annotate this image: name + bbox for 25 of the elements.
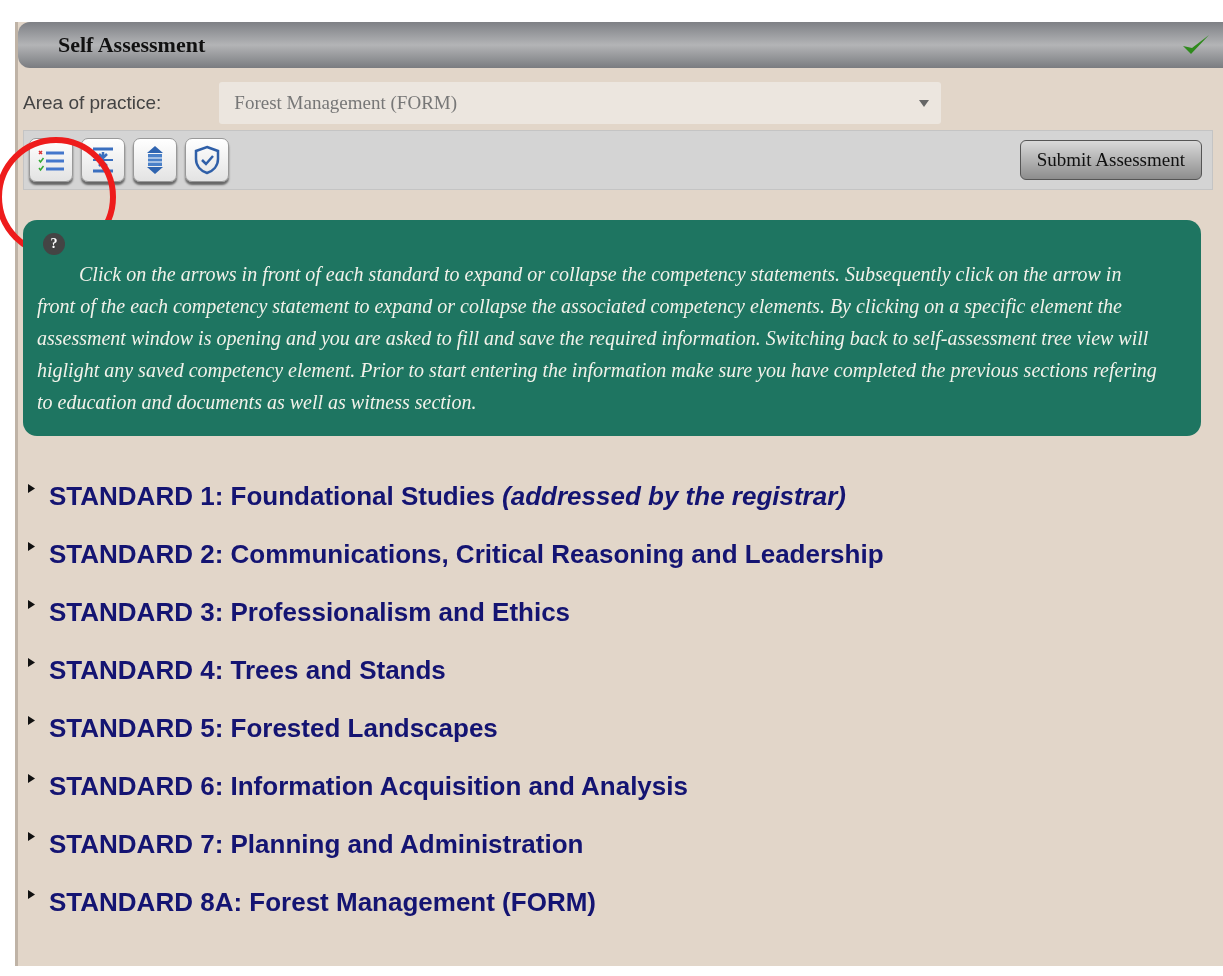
standard-link[interactable]: STANDARD 4: Trees and Stands (49, 652, 446, 688)
standard-link[interactable]: STANDARD 5: Forested Landscapes (49, 710, 498, 746)
help-icon: ? (43, 233, 65, 255)
caret-icon (919, 99, 930, 107)
collapsed-arrow-icon[interactable] (28, 716, 35, 725)
standard-link[interactable]: STANDARD 3: Professionalism and Ethics (49, 594, 571, 630)
standard-link[interactable]: STANDARD 7: Planning and Administration (49, 826, 584, 862)
submit-button[interactable]: Submit Assessment (1019, 140, 1202, 180)
collapsed-arrow-icon[interactable] (28, 832, 35, 841)
collapsed-arrow-icon[interactable] (28, 774, 35, 783)
collapsed-arrow-icon[interactable] (28, 600, 35, 609)
collapsed-arrow-icon[interactable] (28, 542, 35, 551)
field-label: Area of practice: (23, 92, 162, 114)
collapsed-arrow-icon[interactable] (28, 484, 35, 493)
expand-button[interactable] (133, 138, 177, 182)
standard-link[interactable]: STANDARD 2: Communications, Critical Reasoning and Leadership (49, 536, 884, 572)
collapsed-arrow-icon[interactable] (28, 890, 35, 899)
standard-link[interactable]: STANDARD 1: Foundational Studies (addressed by the registrar) (49, 478, 846, 514)
info-text: Click on the arrows in front of each standard to expand or collapse the competency statements. Subsequently click on the arrow in front of the each competency statement to expand or collapse the associated competency elements. By clicking on a specific element the assessment window is opening and you are asked to fill and save the required information. Switching back to self-assessment tree view will higlight any saved competency element. Prior to start entering the information make sure you have completed the previous sections refering to education and documents as well as witness section. (37, 262, 1158, 415)
standard-link[interactable]: STANDARD 8A: Forest Management (FORM) (49, 884, 596, 920)
area-dropdown[interactable]: Forest Management (FORM) (219, 82, 942, 124)
collapsed-arrow-icon[interactable] (28, 658, 35, 667)
panel-title: Self Assessment (58, 32, 206, 58)
shield-button[interactable] (185, 138, 229, 182)
standard-link[interactable]: STANDARD 6: Information Acquisition and Analysis (49, 768, 688, 804)
